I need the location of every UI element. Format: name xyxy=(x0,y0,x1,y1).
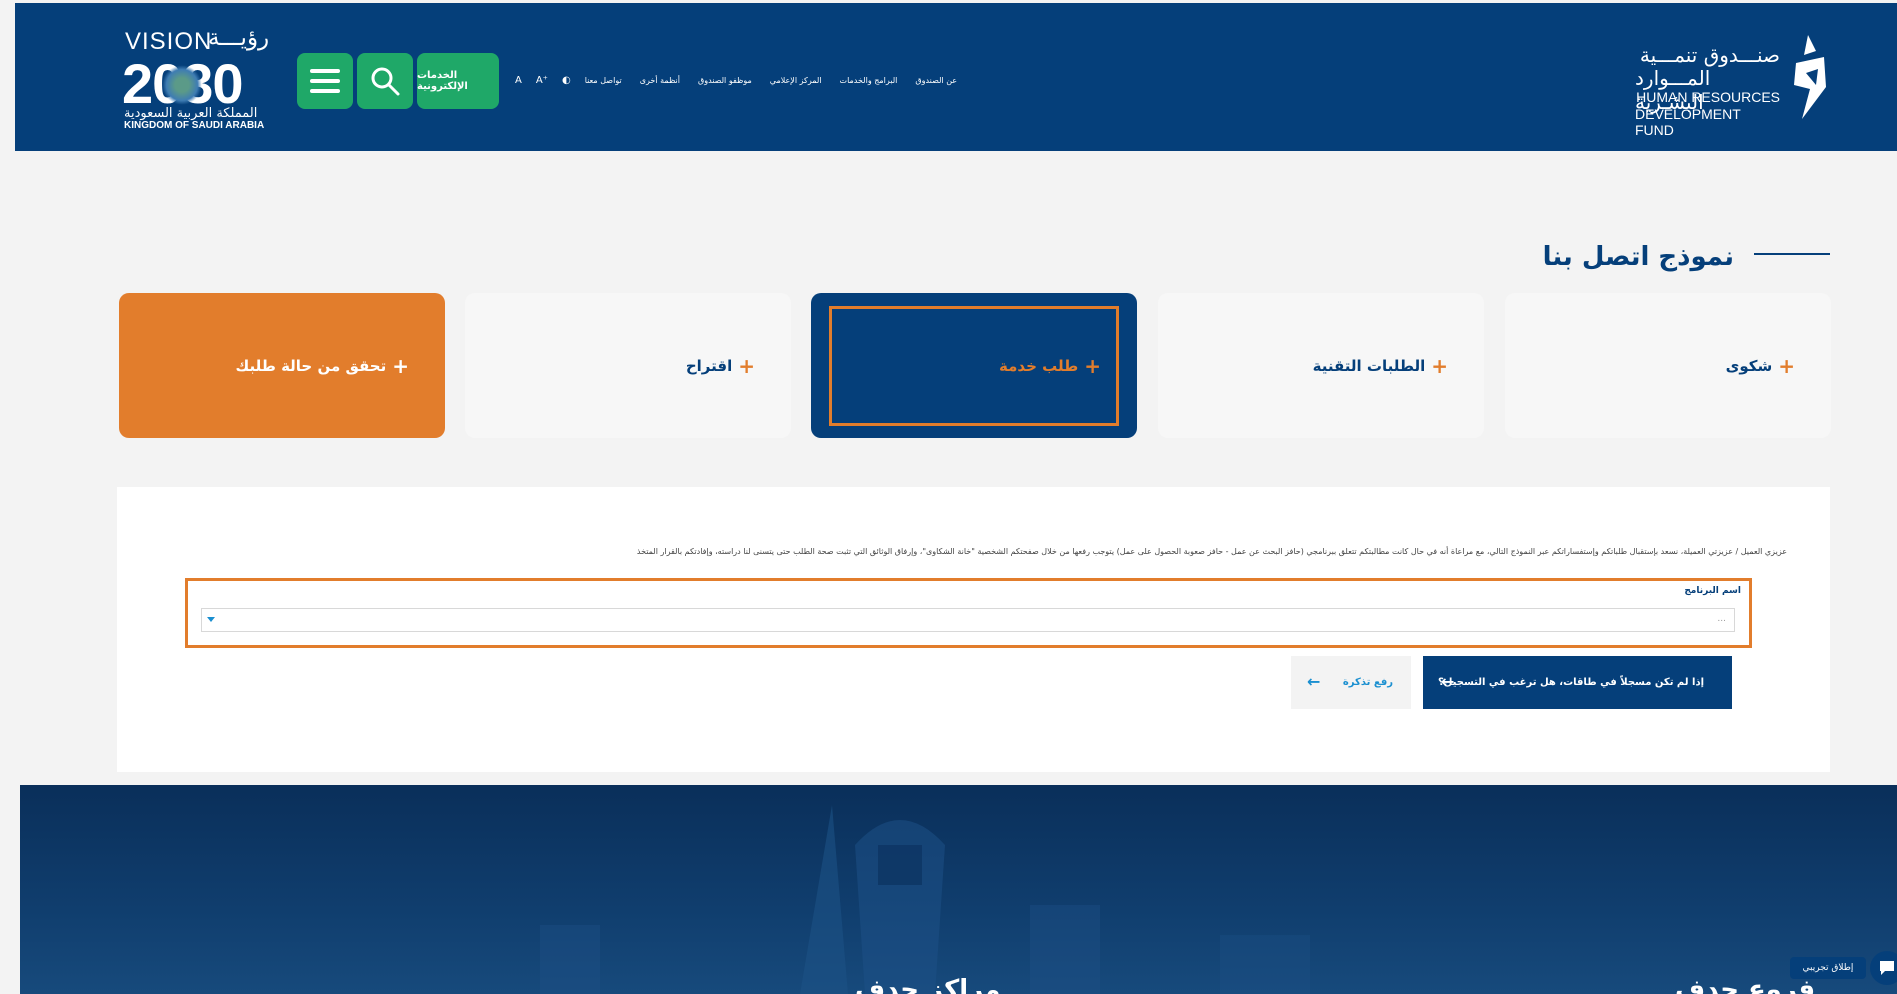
program-name-select[interactable]: ... xyxy=(201,608,1735,632)
contrast-icon[interactable]: ◐ xyxy=(562,75,571,86)
select-value: ... xyxy=(1717,614,1726,624)
kingdom-arabic-label: المملكة العربية السعودية xyxy=(124,106,258,121)
vision-2030-logo[interactable]: VISION رؤيـــة 2030 المملكة العربية السع… xyxy=(110,21,280,136)
program-name-label: اسم البرنامج xyxy=(1684,586,1741,596)
plus-icon: + xyxy=(1084,353,1101,378)
plus-icon: + xyxy=(1778,353,1795,378)
font-size-small-button[interactable]: A xyxy=(515,75,522,86)
nav-item-employees[interactable]: موظفو الصندوق xyxy=(698,76,752,85)
hrdf-emblem-icon xyxy=(1794,35,1826,119)
nav-item-programs[interactable]: البرامج والخدمات xyxy=(840,76,898,85)
nav-item-contact[interactable]: تواصل معنا xyxy=(585,76,622,85)
kingdom-english-label: KINGDOM OF SAUDI ARABIA xyxy=(124,120,265,131)
card-label: الطلبات التقنية xyxy=(1312,356,1426,375)
plus-icon: + xyxy=(738,353,755,378)
e-services-button[interactable]: الخدمات الإلكترونية xyxy=(417,53,499,109)
footer-heading-centers: مراكز حدف xyxy=(855,975,1001,994)
card-label: طلب خدمة xyxy=(999,356,1079,375)
chevron-down-icon xyxy=(207,617,215,622)
title-decoration-line xyxy=(1754,253,1830,255)
chat-button[interactable] xyxy=(1870,951,1897,985)
page-title: نموذج اتصل بنا xyxy=(1542,242,1734,272)
vision-flower-icon xyxy=(162,65,202,105)
search-button[interactable] xyxy=(357,53,413,109)
site-footer: مراكز حدف فروع حدف xyxy=(20,785,1897,994)
program-field-highlight: اسم البرنامج ... xyxy=(185,578,1752,648)
nav-item-media-center[interactable]: المركز الإعلامي xyxy=(770,76,822,85)
card-check-request-status[interactable]: تحقق من حالة طلبك + xyxy=(119,293,445,438)
card-service-request[interactable]: طلب خدمة + xyxy=(811,293,1137,438)
hrdf-logo[interactable]: صنـــدوق تنمـــية المـــوارد البشـرية HU… xyxy=(1635,31,1835,138)
card-technical-requests[interactable]: الطلبات التقنية + xyxy=(1158,293,1484,438)
vision-arabic-label: رؤيـــة xyxy=(208,25,270,51)
register-button-label: إذا لم تكن مسجلاً في طاقات، هل ترغب في ا… xyxy=(1437,677,1704,688)
search-icon xyxy=(371,67,400,96)
ticket-button-label: رفع تذكرة xyxy=(1342,677,1393,688)
hrdf-english-line-1: HUMAN RESOURCES xyxy=(1636,89,1780,105)
card-label: تحقق من حالة طلبك xyxy=(235,356,387,375)
chat-icon xyxy=(1880,961,1894,975)
card-suggestion[interactable]: اقتراح + xyxy=(465,293,791,438)
card-label: اقتراح xyxy=(685,356,733,375)
arrow-left-icon: ← xyxy=(1307,672,1321,691)
contact-form-panel: عزيزي العميل / عزيزتي العميلة، نسعد بإست… xyxy=(117,487,1830,772)
card-label: شكوى xyxy=(1725,356,1773,375)
hrdf-arabic-line-1: صنـــدوق تنمـــية xyxy=(1639,43,1780,67)
form-notice: عزيزي العميل / عزيزتي العميلة، نسعد بإست… xyxy=(636,547,1787,556)
riyadh-skyline-image xyxy=(540,805,1310,994)
font-size-button[interactable]: A⁺ xyxy=(536,75,548,86)
hamburger-icon xyxy=(310,69,340,93)
arrow-left-icon: ← xyxy=(1441,672,1455,691)
plus-icon: + xyxy=(392,353,409,378)
register-taqat-button[interactable]: ← إذا لم تكن مسجلاً في طاقات، هل ترغب في… xyxy=(1423,656,1732,709)
card-complaint[interactable]: شكوى + xyxy=(1505,293,1831,438)
site-header: VISION رؤيـــة 2030 المملكة العربية السع… xyxy=(15,3,1897,151)
main-nav: A A⁺ ◐ تواصل معنا أنظمة أخرى موظفو الصند… xyxy=(515,75,975,86)
hrdf-english-line-2: DEVELOPMENT FUND xyxy=(1635,106,1741,138)
nav-item-other-systems[interactable]: أنظمة أخرى xyxy=(640,76,680,85)
plus-icon: + xyxy=(1431,353,1448,378)
submit-ticket-button[interactable]: ← رفع تذكرة xyxy=(1291,656,1411,709)
menu-button[interactable] xyxy=(297,53,353,109)
nav-item-about[interactable]: عن الصندوق xyxy=(915,76,957,85)
beta-launch-badge[interactable]: إطلاق تجريبي xyxy=(1790,957,1866,979)
